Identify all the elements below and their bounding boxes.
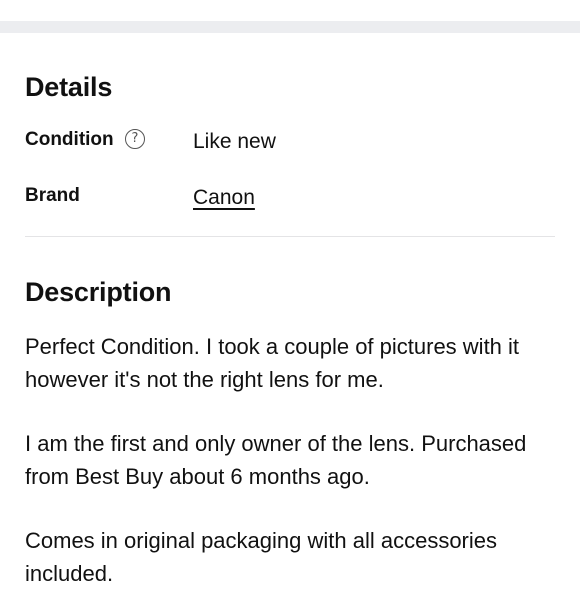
top-band <box>0 0 580 33</box>
condition-label: Condition <box>25 129 114 150</box>
condition-value: Like new <box>193 130 276 153</box>
question-circle-icon[interactable]: ? <box>125 129 145 149</box>
description-paragraph-3: Comes in original packaging with all acc… <box>25 528 498 586</box>
details-heading: Details <box>25 72 113 102</box>
brand-label: Brand <box>25 185 80 206</box>
description-paragraph-2: I am the first and only owner of the len… <box>25 431 527 489</box>
brand-link[interactable]: Canon <box>193 187 255 208</box>
header-separator-bar <box>0 21 580 33</box>
description-paragraph-1: Perfect Condition. I took a couple of pi… <box>25 334 520 392</box>
divider <box>25 236 555 237</box>
description-heading: Description <box>25 277 172 307</box>
